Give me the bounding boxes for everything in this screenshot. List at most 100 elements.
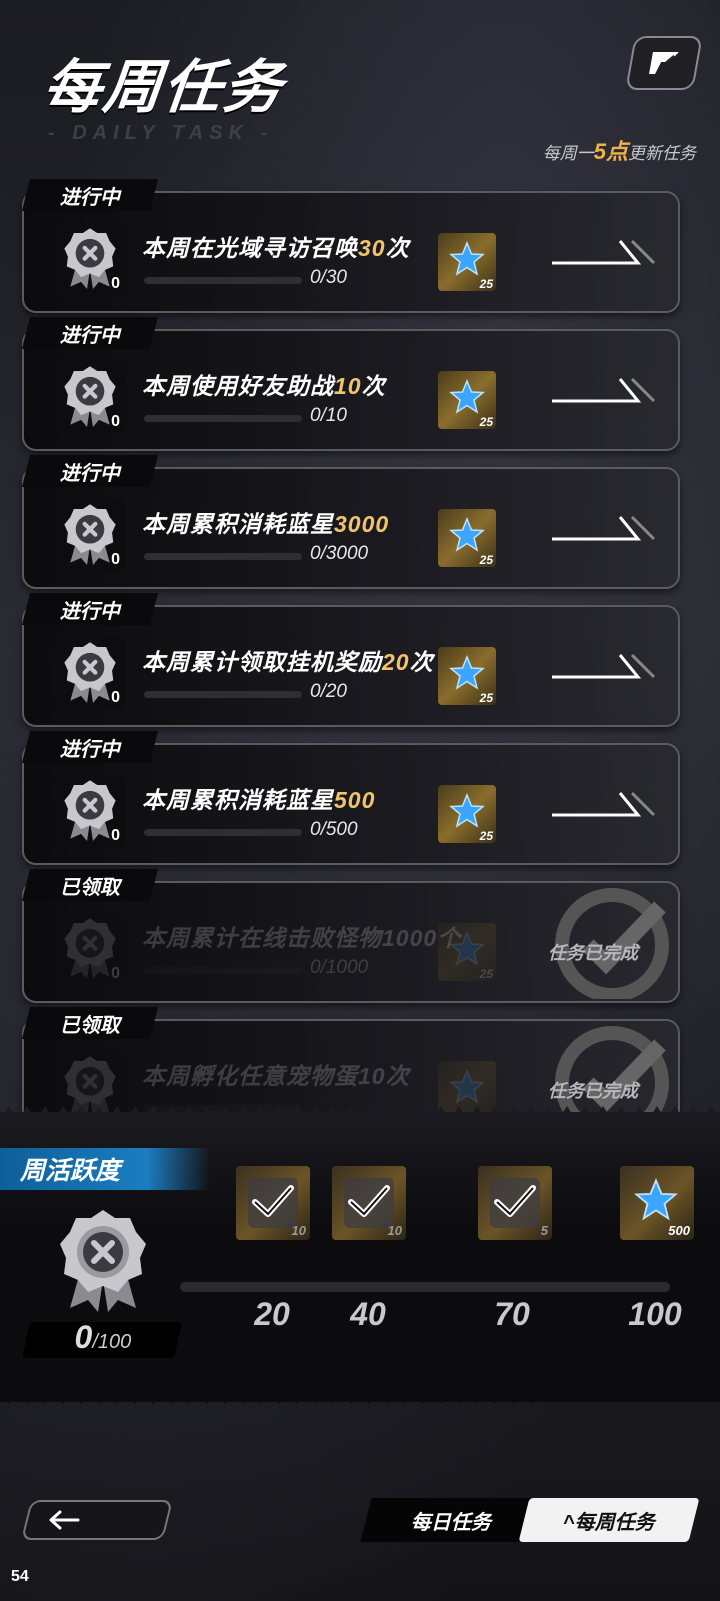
badge-count: 0: [111, 413, 120, 430]
task-card[interactable]: 已领取 0 本周累计在线击败怪物1000个 0/1000 25 任务已完成: [22, 869, 680, 1003]
milestone-reward[interactable]: 500: [620, 1166, 694, 1240]
task-progress-text: 0/20: [310, 681, 347, 702]
reward-count: 25: [479, 277, 493, 291]
activity-progress-track: [180, 1282, 670, 1292]
blue-star-icon: [449, 379, 485, 420]
task-description: 本周累积消耗蓝星500: [142, 787, 376, 813]
medal-icon: 0: [54, 223, 126, 295]
chevron-up-icon: ^: [563, 1511, 575, 1534]
task-status-tag: 已领取: [22, 1007, 158, 1039]
go-arrow-icon[interactable]: [552, 785, 656, 826]
task-card[interactable]: 进行中 0 本周累计领取挂机奖励20次 0/20 25: [22, 593, 680, 727]
badge-count: 0: [111, 275, 120, 292]
task-card[interactable]: 进行中 0 本周在光域寻访召唤30次 0/30 25: [22, 179, 680, 313]
page-subtitle: - DAILY TASK -: [48, 122, 274, 144]
medal-icon: 0: [54, 775, 126, 847]
task-status-tag: 进行中: [22, 593, 158, 625]
task-status-tag: 进行中: [22, 455, 158, 487]
reward-item[interactable]: 25: [438, 923, 496, 981]
task-progress-bar: [144, 691, 302, 698]
task-progress-text: 0/1000: [310, 957, 369, 978]
go-arrow-icon[interactable]: [552, 647, 656, 688]
milestone-label: 20: [254, 1296, 290, 1332]
milestone-count: 5: [540, 1223, 548, 1238]
task-progress-bar: [144, 829, 302, 836]
reward-item[interactable]: 25: [438, 785, 496, 843]
milestone-reward[interactable]: 10: [332, 1166, 406, 1240]
task-progress-text: 0/10: [310, 405, 347, 426]
blue-star-icon: [449, 931, 485, 972]
go-arrow-icon[interactable]: [552, 233, 656, 274]
arrow-left-icon: [49, 1510, 80, 1530]
task-progress-text: 0/500: [310, 819, 358, 840]
go-arrow-icon[interactable]: [552, 509, 656, 550]
activity-label: 周活跃度: [0, 1148, 210, 1190]
fps-counter: 54: [11, 1568, 29, 1585]
reward-count: 25: [479, 415, 493, 429]
checkmark-icon: [348, 1185, 390, 1217]
task-description: 本周在光域寻访召唤30次: [142, 235, 410, 261]
medal-icon: 0: [54, 361, 126, 433]
reward-item[interactable]: 25: [438, 371, 496, 429]
milestone-count: 10: [291, 1223, 306, 1238]
milestone-reward[interactable]: 10: [236, 1166, 310, 1240]
go-arrow-icon[interactable]: [552, 371, 656, 412]
activity-medal-icon: [58, 1208, 148, 1317]
milestone-label: 40: [350, 1296, 386, 1332]
task-status-tag: 进行中: [22, 731, 158, 763]
milestone-count: 10: [387, 1223, 402, 1238]
task-description: 本周孵化任意宠物蛋10次: [142, 1063, 410, 1089]
task-progress-bar: [144, 277, 302, 284]
reward-count: 25: [479, 829, 493, 843]
task-progress-bar: [144, 415, 302, 422]
checkmark-icon: [252, 1185, 294, 1217]
task-description: 本周累计领取挂机奖励20次: [142, 649, 434, 675]
tab-weekly[interactable]: ^每周任务: [518, 1498, 700, 1542]
task-card[interactable]: 进行中 0 本周累积消耗蓝星3000 0/3000 25: [22, 455, 680, 589]
blue-star-icon: [449, 517, 485, 558]
blue-star-icon: [449, 655, 485, 696]
badge-count: 0: [111, 827, 120, 844]
task-card[interactable]: 进行中 0 本周累积消耗蓝星500 0/500 25: [22, 731, 680, 865]
exit-button[interactable]: [625, 36, 703, 90]
task-progress-text: 0/3000: [310, 543, 369, 564]
back-button[interactable]: [21, 1500, 173, 1540]
task-description: 本周累计在线击败怪物1000个: [142, 925, 462, 951]
task-complete-label: 任务已完成: [548, 943, 638, 963]
task-status-tag: 进行中: [22, 179, 158, 211]
refresh-info: 每周一5点更新任务: [542, 139, 696, 164]
activity-value: 0/100: [22, 1319, 182, 1358]
milestone-label: 70: [494, 1296, 530, 1332]
task-status-tag: 已领取: [22, 869, 158, 901]
reward-count: 25: [479, 967, 493, 981]
medal-icon: 0: [54, 913, 126, 985]
reward-count: 25: [479, 691, 493, 705]
reward-item[interactable]: 25: [438, 509, 496, 567]
task-progress-bar: [144, 967, 302, 974]
page-title: 每周任务: [40, 55, 287, 120]
task-card[interactable]: 进行中 0 本周使用好友助战10次 0/10 25: [22, 317, 680, 451]
task-list[interactable]: 进行中 0 本周在光域寻访召唤30次 0/30 25 进行中 0 本周使用好友助战10次 0/1…: [0, 165, 720, 1113]
badge-count: 0: [111, 965, 120, 982]
reward-item[interactable]: 25: [438, 233, 496, 291]
milestone-count: 500: [668, 1223, 690, 1238]
blue-star-icon: [449, 241, 485, 282]
milestone-label: 100: [628, 1296, 682, 1332]
blue-star-icon: [449, 793, 485, 834]
badge-count: 0: [111, 551, 120, 568]
milestone-reward[interactable]: 5: [478, 1166, 552, 1240]
task-progress-bar: [144, 553, 302, 560]
task-status-tag: 进行中: [22, 317, 158, 349]
task-progress-text: 0/30: [310, 267, 347, 288]
section-divider: [0, 1390, 720, 1404]
exit-icon: [649, 52, 679, 74]
task-description: 本周使用好友助战10次: [142, 373, 386, 399]
reward-item[interactable]: 25: [438, 647, 496, 705]
task-tabs: 每日任务 ^每周任务: [360, 1498, 700, 1542]
tab-daily[interactable]: 每日任务: [360, 1498, 542, 1542]
blue-star-icon: [634, 1178, 678, 1227]
reward-count: 25: [479, 553, 493, 567]
checkmark-icon: [494, 1185, 536, 1217]
task-description: 本周累积消耗蓝星3000: [142, 511, 390, 537]
badge-count: 0: [111, 689, 120, 706]
